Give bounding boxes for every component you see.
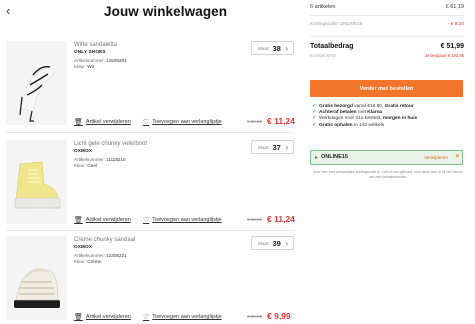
add-to-wishlist-button[interactable]: ♡ Toevoegen aan verlanglijstje [143, 216, 222, 224]
size-select[interactable]: Maat: 37 › [251, 140, 294, 154]
add-to-wishlist-button[interactable]: ♡ Toevoegen aan verlanglijstje [143, 313, 222, 321]
item-actions: 🗑 Artikel verwijderen ♡ Toevoegen aan verl… [74, 116, 299, 128]
remove-item-button[interactable]: 🗑 Artikel verwijderen [74, 118, 131, 126]
trash-icon: 🗑 [74, 314, 83, 321]
back-chevron-icon[interactable]: ‹ [6, 4, 10, 18]
product-color: Kleur: Geel [74, 163, 98, 169]
cart-item: Licht gele chunky veterboot OXMOX Artike… [0, 140, 299, 228]
remove-voucher-button[interactable]: Verwijderen [424, 155, 448, 160]
divider [310, 15, 464, 16]
product-image[interactable] [6, 140, 67, 224]
usp-item: ✓ Gratis ophalen in 143 winkels [312, 122, 385, 128]
voucher-note: Voer hier een persoonlijke kortingscode … [313, 170, 463, 179]
voucher-applied: ▸ ONLINE15 Verwijderen ✕ [310, 150, 463, 165]
tag-icon: ▸ [315, 155, 319, 161]
remove-item-button[interactable]: 🗑 Artikel verwijderen [74, 313, 131, 321]
voucher-code: ONLINE15 [321, 154, 348, 160]
heart-icon: ♡ [143, 217, 150, 224]
trash-icon: 🗑 [74, 217, 83, 224]
chevron-right-icon: › [285, 239, 288, 248]
check-icon: ✓ [312, 116, 317, 122]
total-row: Totaalbedrag € 51,99 [310, 43, 464, 50]
price: € 11,24 [267, 116, 295, 126]
product-image[interactable] [6, 236, 67, 320]
divider [310, 36, 464, 37]
price: € 11,24 [267, 214, 295, 224]
divider [6, 132, 294, 133]
usp-list: ✓ Gratis bezorgd vanaf €19,90. Gratis ret… [312, 104, 417, 129]
check-icon: ✓ [312, 110, 317, 116]
trash-icon: 🗑 [74, 119, 83, 126]
heart-icon: ♡ [143, 314, 150, 321]
product-color: Kleur: Wit [74, 64, 94, 70]
discount-row: Kortingscode ONLINE15- € 9,20 [310, 22, 464, 27]
size-select[interactable]: Maat: 38 › [251, 41, 294, 55]
old-price: € 39,99 [247, 314, 263, 319]
product-name[interactable]: Licht gele chunky veterboot [74, 140, 147, 148]
checkout-button[interactable]: Verder met bestellen [310, 80, 463, 97]
heart-icon: ♡ [143, 119, 150, 126]
product-name[interactable]: Witte sandaletta [74, 41, 127, 49]
check-icon: ✓ [312, 104, 317, 109]
cart-item: Crème chunky sandaal OXMOX Artikelnummer… [0, 236, 299, 324]
size-select[interactable]: Maat: 39 › [251, 236, 294, 250]
product-color: Kleur: Crème [74, 259, 102, 265]
add-to-wishlist-button[interactable]: ♡ Toevoegen aan verlanglijstje [143, 118, 222, 126]
item-actions: 🗑 Artikel verwijderen ♡ Toevoegen aan verl… [74, 311, 299, 323]
close-icon[interactable]: ✕ [455, 153, 460, 160]
product-name[interactable]: Crème chunky sandaal [74, 236, 135, 244]
page-title: Jouw winkelwagen [104, 4, 228, 19]
old-price: € 39,99 [247, 119, 263, 124]
price: € 9,99 [267, 311, 291, 321]
vat-row: Inclusief BTW Je bespaart € 192,95 [310, 53, 464, 58]
check-icon: ✓ [312, 122, 317, 128]
cart-item: Witte sandaletta ONLY SHOES Artikelnumme… [0, 41, 299, 129]
items-count-row: 6 artikelen € 61,19 [310, 4, 464, 10]
old-price: € 42,99 [247, 217, 263, 222]
chevron-right-icon: › [285, 44, 288, 53]
product-image[interactable] [6, 41, 67, 125]
divider [6, 230, 294, 231]
chevron-right-icon: › [285, 143, 288, 152]
item-actions: 🗑 Artikel verwijderen ♡ Toevoegen aan verl… [74, 214, 299, 226]
remove-item-button[interactable]: 🗑 Artikel verwijderen [74, 216, 131, 224]
